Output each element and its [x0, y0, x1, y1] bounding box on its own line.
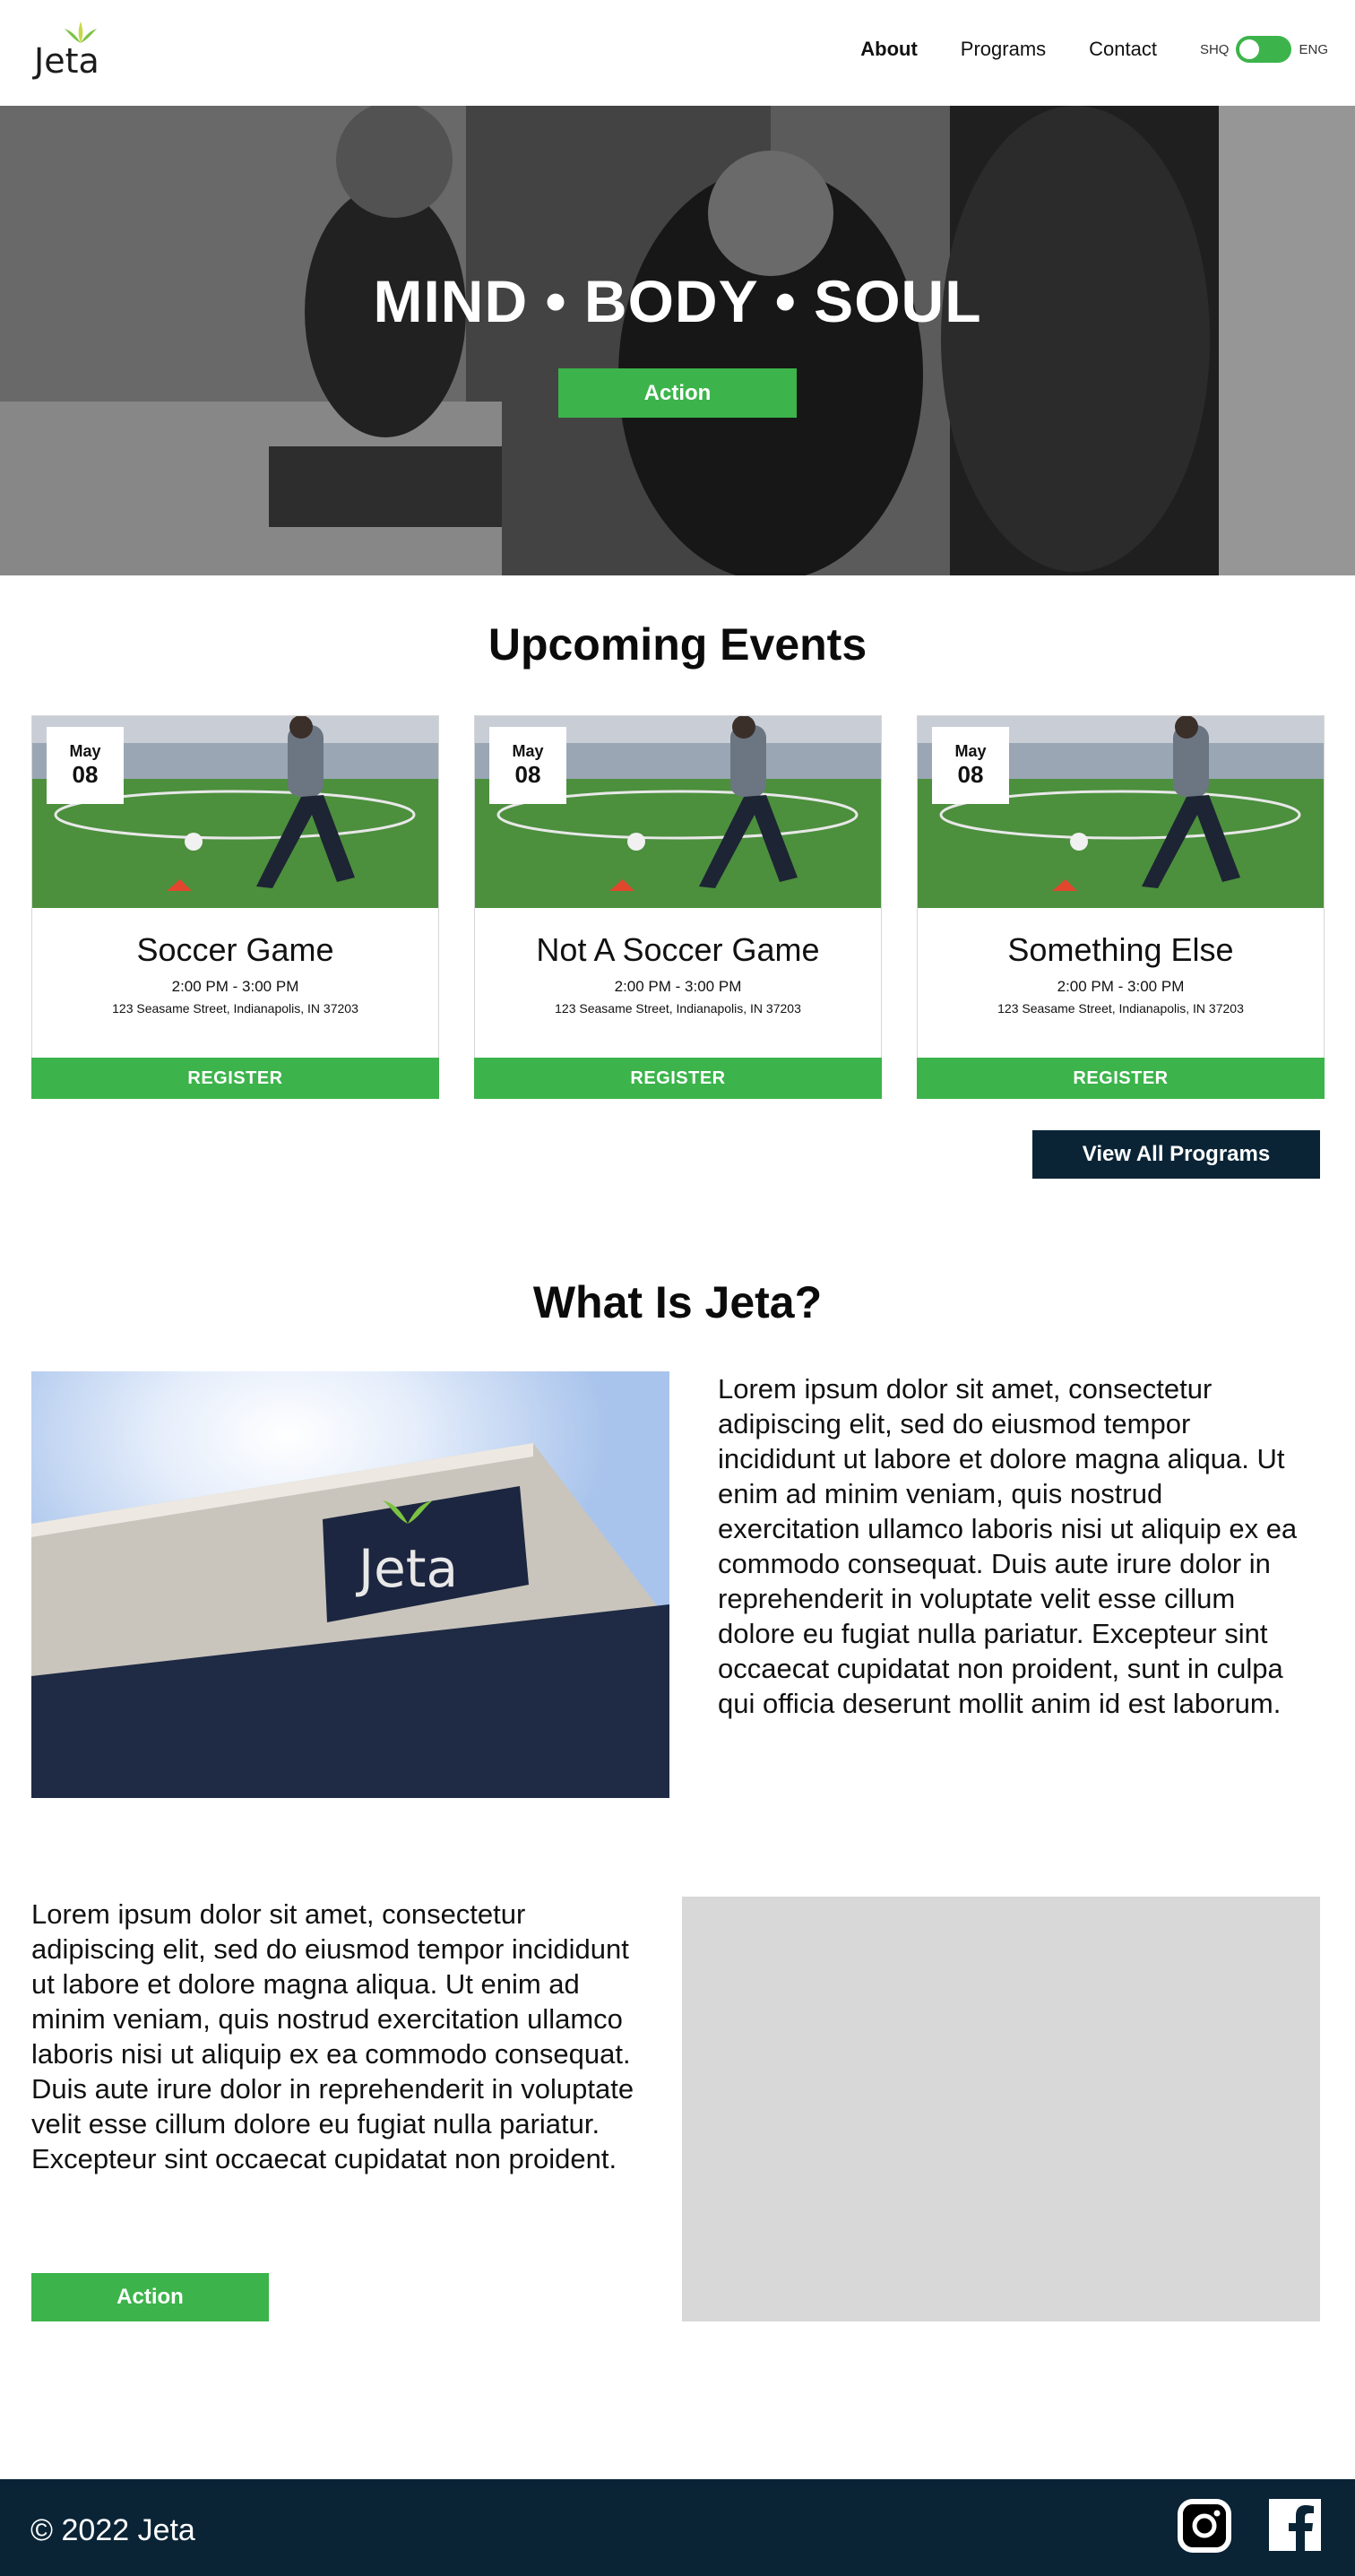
- building-photo: Jeta: [31, 1371, 669, 1798]
- logo-text: Jeta: [34, 41, 99, 81]
- event-title: Something Else: [1007, 931, 1234, 968]
- hero-banner: MIND • BODY • SOUL Action: [0, 106, 1355, 575]
- lang-label-shq: SHQ: [1199, 41, 1230, 57]
- date-month: May: [954, 742, 987, 760]
- image-placeholder: [682, 1897, 1320, 2321]
- about-title: What Is Jeta?: [532, 1277, 823, 1327]
- main-nav: About Programs Contact SHQ ENG: [860, 36, 1328, 63]
- sign-text: Jeta: [356, 1538, 458, 1599]
- date-badge: May 08: [489, 727, 566, 804]
- event-time: 2:00 PM - 3:00 PM: [1057, 978, 1185, 995]
- event-time: 2:00 PM - 3:00 PM: [171, 978, 299, 995]
- register-button[interactable]: REGISTER: [917, 1058, 1325, 1099]
- view-all-programs-button[interactable]: View All Programs: [1032, 1130, 1320, 1179]
- lang-label-eng: ENG: [1299, 41, 1328, 57]
- nav-about[interactable]: About: [860, 38, 918, 61]
- event-card: May 08 Something Else 2:00 PM - 3:00 PM …: [917, 715, 1325, 1099]
- nav-contact[interactable]: Contact: [1089, 38, 1157, 61]
- hero-photo: [0, 106, 1355, 575]
- event-title: Soccer Game: [136, 931, 334, 968]
- event-address: 123 Seasame Street, Indianapolis, IN 372…: [997, 1001, 1244, 1016]
- event-address: 123 Seasame Street, Indianapolis, IN 372…: [112, 1001, 358, 1016]
- about-paragraph-1: Lorem ipsum dolor sit amet, consectetur …: [718, 1373, 1298, 1719]
- event-title: Not A Soccer Game: [536, 931, 820, 968]
- site-header: Jeta About Programs Contact SHQ ENG: [0, 0, 1355, 106]
- event-card: May 08 Soccer Game 2:00 PM - 3:00 PM 123…: [31, 715, 439, 1099]
- hero-action-button[interactable]: Action: [558, 368, 797, 418]
- date-month: May: [512, 742, 544, 760]
- language-toggle[interactable]: [1236, 36, 1292, 63]
- date-badge: May 08: [47, 727, 124, 804]
- events-title: Upcoming Events: [488, 619, 867, 670]
- event-photo: May 08: [918, 716, 1324, 908]
- instagram-icon[interactable]: [1178, 2499, 1231, 2553]
- toggle-knob: [1239, 39, 1260, 59]
- language-switch: SHQ ENG: [1200, 36, 1328, 63]
- event-photo: May 08: [32, 716, 438, 908]
- about-action-button[interactable]: Action: [31, 2273, 269, 2321]
- date-month: May: [69, 742, 101, 760]
- about-paragraph-2: Lorem ipsum dolor sit amet, consectetur …: [31, 1898, 634, 2174]
- date-day: 08: [514, 761, 541, 788]
- nav-programs[interactable]: Programs: [961, 38, 1046, 61]
- event-photo: May 08: [475, 716, 881, 908]
- event-time: 2:00 PM - 3:00 PM: [614, 978, 742, 995]
- date-day: 08: [72, 761, 99, 788]
- jeta-logo[interactable]: Jeta: [34, 22, 115, 84]
- hero-title: MIND • BODY • SOUL: [373, 268, 982, 334]
- facebook-icon[interactable]: [1269, 2499, 1321, 2551]
- register-button[interactable]: REGISTER: [31, 1058, 439, 1099]
- event-address: 123 Seasame Street, Indianapolis, IN 372…: [555, 1001, 801, 1016]
- register-button[interactable]: REGISTER: [474, 1058, 882, 1099]
- event-card: May 08 Not A Soccer Game 2:00 PM - 3:00 …: [474, 715, 882, 1099]
- site-footer: © 2022 Jeta: [0, 2479, 1355, 2576]
- copyright-text: © 2022 Jeta: [30, 2513, 195, 2547]
- date-day: 08: [957, 761, 984, 788]
- date-badge: May 08: [932, 727, 1009, 804]
